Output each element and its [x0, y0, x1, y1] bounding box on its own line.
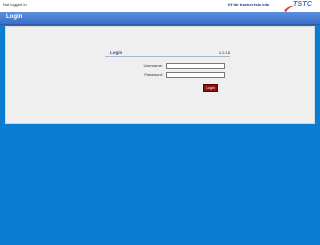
- password-field[interactable]: [166, 72, 225, 78]
- page-title: Login: [6, 14, 23, 20]
- tracker-link[interactable]: Kf tbr tracker.tstc.edu: [228, 2, 269, 7]
- main-content: Login 4.2.18 Username: Password: Login: [5, 26, 315, 124]
- page-header: Login: [0, 12, 320, 25]
- login-panel-title: Login: [110, 50, 123, 55]
- panel-divider: [105, 56, 230, 57]
- password-label: Password:: [144, 72, 163, 77]
- username-label: Username:: [143, 63, 163, 68]
- login-status-text: Not logged in: [3, 2, 27, 7]
- login-button[interactable]: Login: [203, 84, 218, 92]
- brand-logo: TSTC: [283, 1, 317, 12]
- brand-logo-text: TSTC: [293, 1, 313, 8]
- username-field[interactable]: [166, 63, 225, 69]
- version-label: 4.2.18: [218, 50, 230, 55]
